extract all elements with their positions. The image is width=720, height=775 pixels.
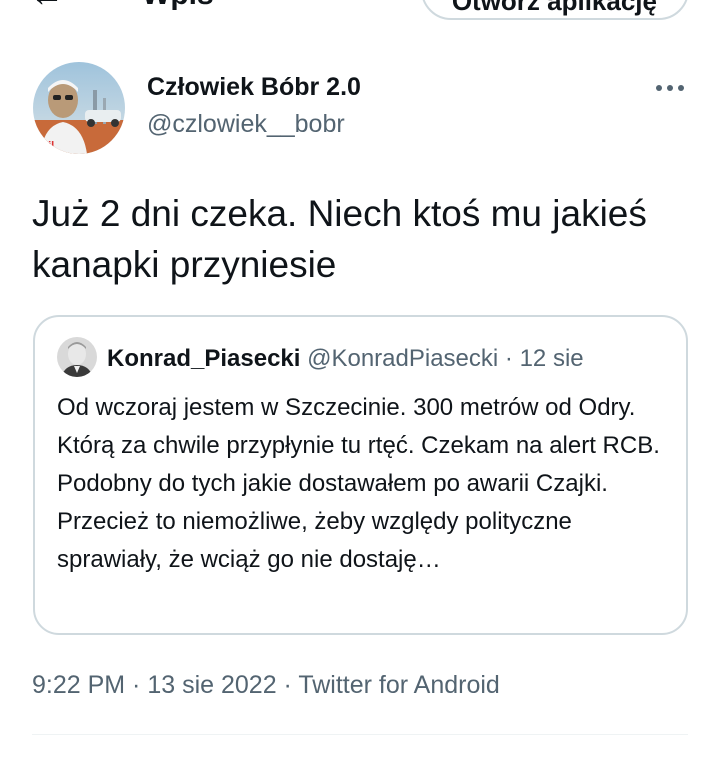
dot — [678, 85, 684, 91]
tweet-text: Już 2 dni czeka. Niech ktoś mu jakieś ka… — [32, 193, 647, 285]
arrow-left-icon[interactable]: ← — [30, 0, 64, 12]
open-app-label: Otwórz aplikację — [451, 0, 657, 16]
tweet-meta[interactable]: 9:22 PM · 13 sie 2022 · Twitter for Andr… — [32, 668, 500, 702]
top-bar: ← Wpis Otwórz aplikację — [0, 0, 720, 26]
page-title: Wpis — [142, 0, 214, 10]
open-app-button[interactable]: Otwórz aplikację — [421, 0, 689, 20]
quoted-text: Od wczoraj jestem w Szczecinie. 300 metr… — [57, 394, 660, 573]
quoted-avatar[interactable] — [57, 337, 97, 377]
quoted-separator: · — [504, 345, 513, 372]
quoted-tweet[interactable]: Konrad_Piasecki @KonradPiasecki · 12 sie… — [33, 315, 688, 635]
quoted-date[interactable]: 12 sie — [520, 345, 584, 372]
tweet-page: ← Wpis Otwórz aplikację — [0, 0, 720, 775]
divider — [32, 734, 688, 735]
dot — [667, 85, 673, 91]
quoted-header: Konrad_Piasecki @KonradPiasecki · 12 sie — [107, 344, 584, 374]
avatar[interactable]: lil — [33, 62, 125, 154]
svg-text:lil: lil — [45, 141, 54, 151]
quoted-name[interactable]: Konrad_Piasecki — [107, 345, 300, 372]
user-handle[interactable]: @czlowiek__bobr — [147, 110, 345, 139]
more-options-icon[interactable] — [650, 76, 690, 100]
display-name[interactable]: Człowiek Bóbr 2.0 — [147, 73, 361, 102]
dot — [656, 85, 662, 91]
quoted-handle[interactable]: @KonradPiasecki — [307, 345, 498, 372]
